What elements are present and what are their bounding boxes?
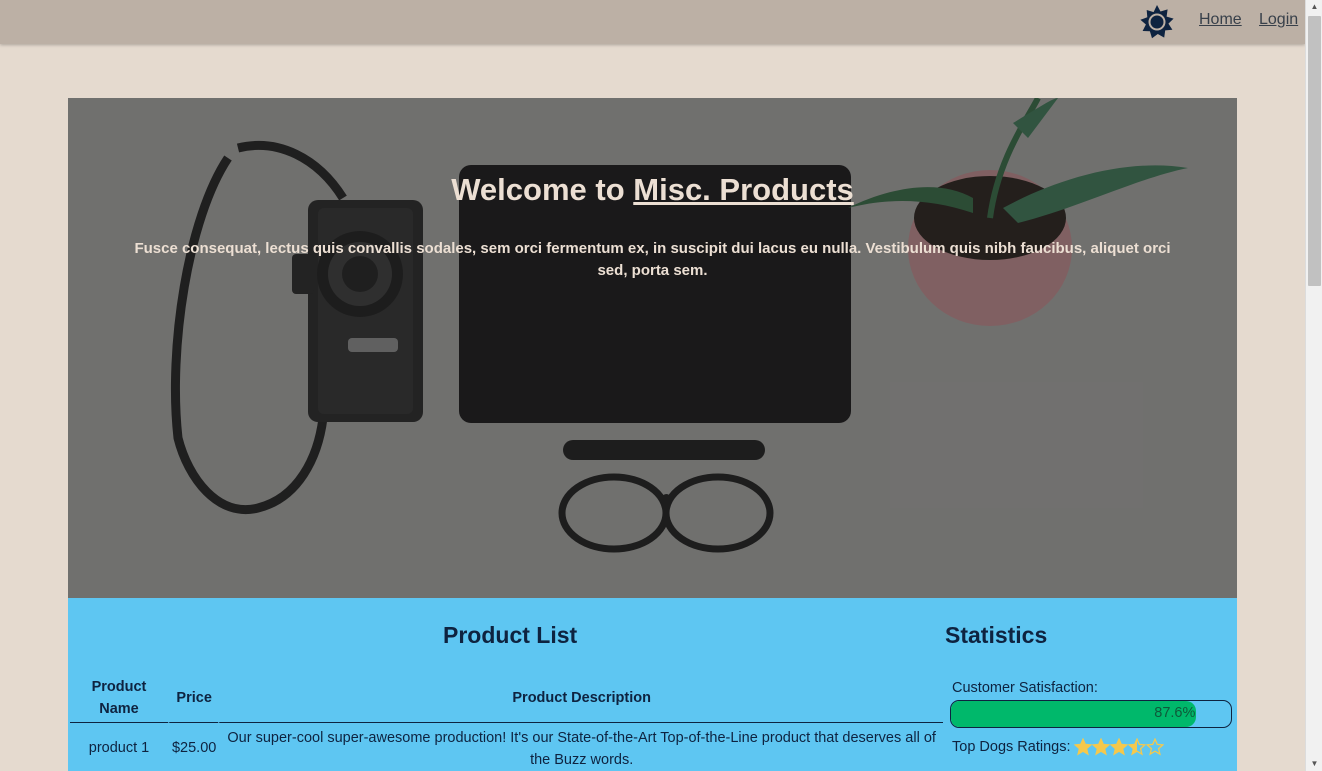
star-full-icon	[1092, 738, 1111, 756]
scroll-down-arrow-icon[interactable]: ▼	[1306, 757, 1322, 771]
product-table: Product Name Price Product Description p…	[70, 676, 943, 771]
product-price-cell: $25.00	[167, 723, 218, 771]
satisfaction-progress-bar: 87.6%	[950, 700, 1232, 728]
product-name-cell: product 1	[88, 740, 150, 756]
table-row: product 1 $25.00 Our super-cool super-aw…	[70, 723, 943, 771]
product-description-cell: Our super-cool super-awesome production!…	[218, 723, 943, 771]
star-full-icon	[1074, 738, 1093, 756]
home-link[interactable]: Home	[1199, 11, 1242, 29]
column-header-name: Product Name	[70, 676, 168, 723]
star-rating	[1074, 738, 1165, 756]
star-full-icon	[1110, 738, 1129, 756]
ratings-label: Top Dogs Ratings:	[952, 739, 1071, 755]
statistics-title: Statistics	[945, 622, 1048, 648]
scroll-thumb[interactable]	[1308, 16, 1321, 286]
hero-title-prefix: Welcome to	[451, 172, 634, 207]
ratings-row: Top Dogs Ratings:	[952, 738, 1165, 756]
customer-satisfaction-label: Customer Satisfaction:	[952, 680, 1098, 696]
satisfaction-value: 87.6%	[1154, 705, 1196, 721]
product-list-title: Product List	[443, 622, 578, 648]
hero-title-link[interactable]: Misc. Products	[633, 172, 854, 207]
column-header-description: Product Description	[218, 676, 943, 723]
column-header-price: Price	[167, 676, 219, 723]
star-empty-icon	[1146, 738, 1165, 756]
star-half-icon	[1128, 738, 1147, 756]
login-link[interactable]: Login	[1259, 11, 1298, 29]
content-section: Product List Statistics Product Name Pri…	[68, 598, 1237, 771]
hero-banner: Welcome to Misc. Products Fusce consequa…	[68, 98, 1237, 598]
hero-title: Welcome to Misc. Products	[68, 172, 1237, 208]
top-nav-bar: Home Login	[0, 0, 1305, 44]
scroll-up-arrow-icon[interactable]: ▲	[1306, 0, 1322, 14]
sun-icon[interactable]	[1139, 4, 1175, 40]
page-scrollbar[interactable]: ▲ ▼	[1305, 0, 1322, 771]
hero-description: Fusce consequat, lectus quis convallis s…	[134, 240, 1171, 279]
